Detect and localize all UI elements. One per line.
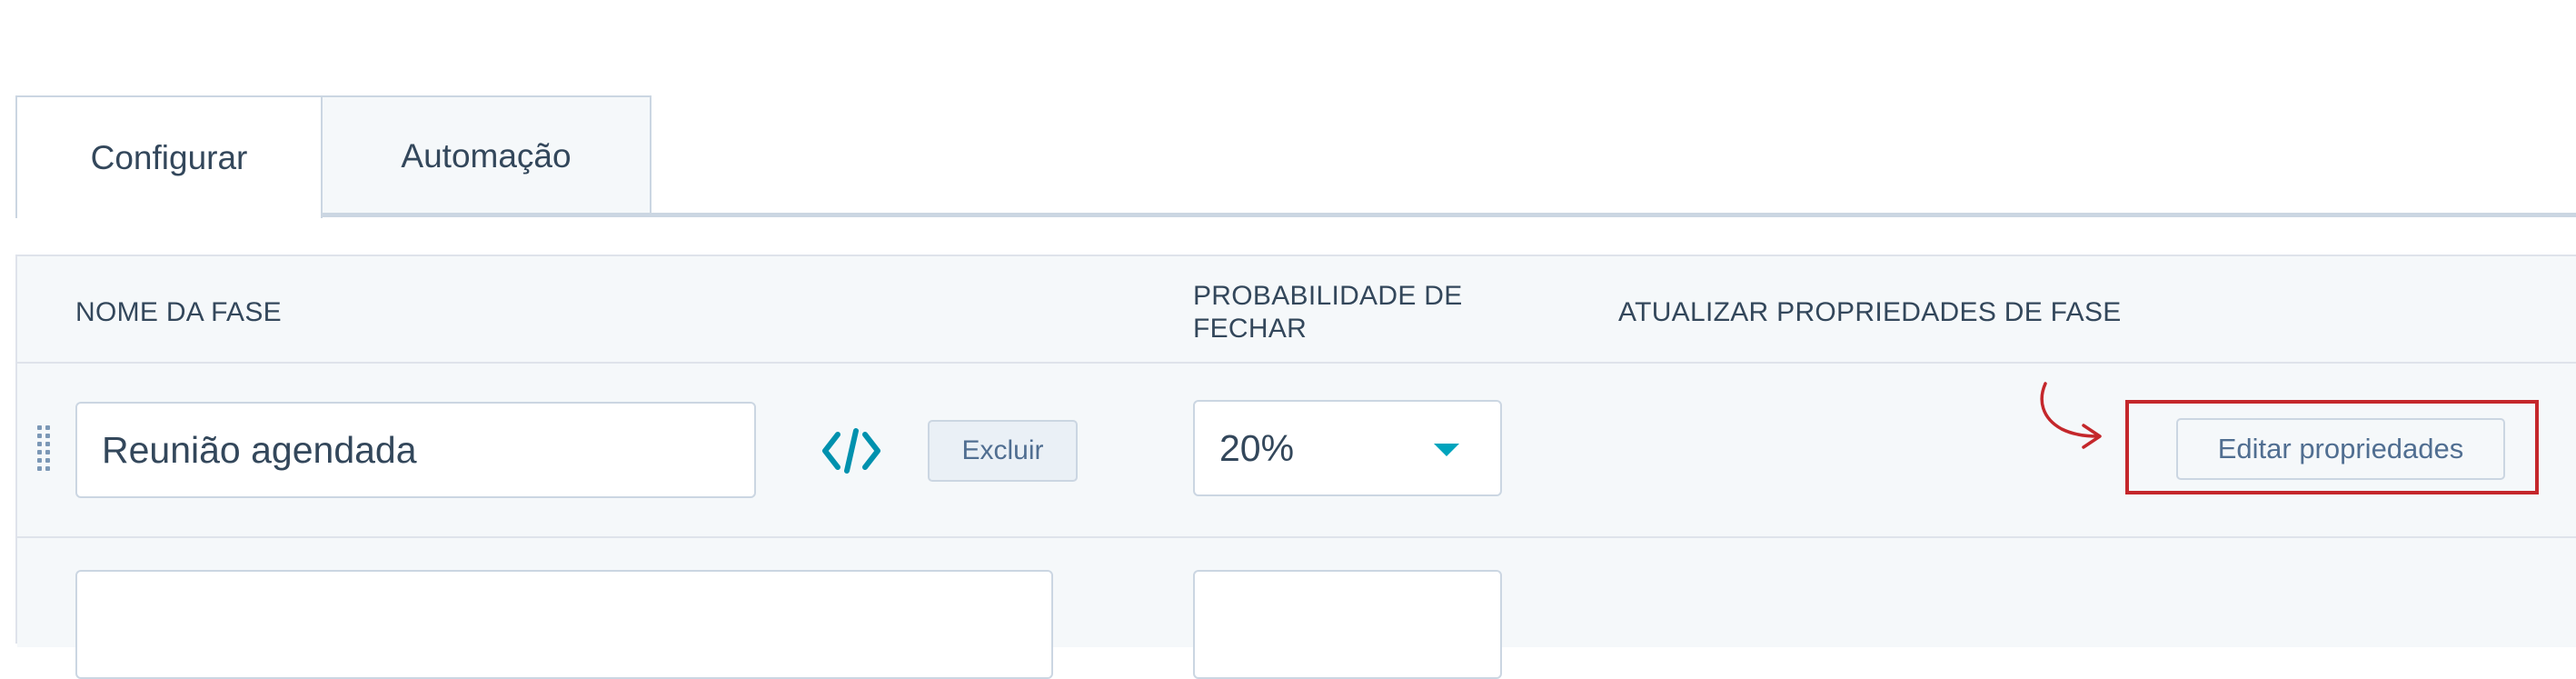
curved-arrow-icon [2040,382,2102,449]
edit-properties-button[interactable]: Editar propriedades [2176,418,2505,480]
tab-automacao[interactable]: Automação [321,95,651,215]
column-header-close-probability: PROBABILIDADE DE FECHAR [1193,281,1463,344]
tab-configurar[interactable]: Configurar [15,95,323,218]
code-icon[interactable] [821,427,881,474]
tab-bar: Configurar Automação [15,95,2576,218]
probability-select[interactable] [1193,570,1502,679]
stage-name-input[interactable] [75,570,1053,679]
delete-button[interactable]: Excluir [928,420,1078,482]
probability-value: 20% [1219,426,1295,469]
column-header-stage-name: NOME DA FASE [75,297,282,327]
table-row: Reunião agendada Excluir 20% Editar prop… [17,364,2576,538]
drag-handle-icon[interactable] [37,425,52,478]
stage-name-input[interactable]: Reunião agendada [75,402,756,498]
column-header-update-properties: ATUALIZAR PROPRIEDADES DE FASE [1618,297,2122,327]
caret-down-icon [1434,444,1459,456]
table-header: NOME DA FASE PROBABILIDADE DE FECHAR ATU… [17,256,2576,364]
stages-table: NOME DA FASE PROBABILIDADE DE FECHAR ATU… [15,255,2576,679]
probability-select[interactable]: 20% [1193,400,1502,496]
table-row [17,538,2576,679]
tab-underline [15,213,2576,217]
